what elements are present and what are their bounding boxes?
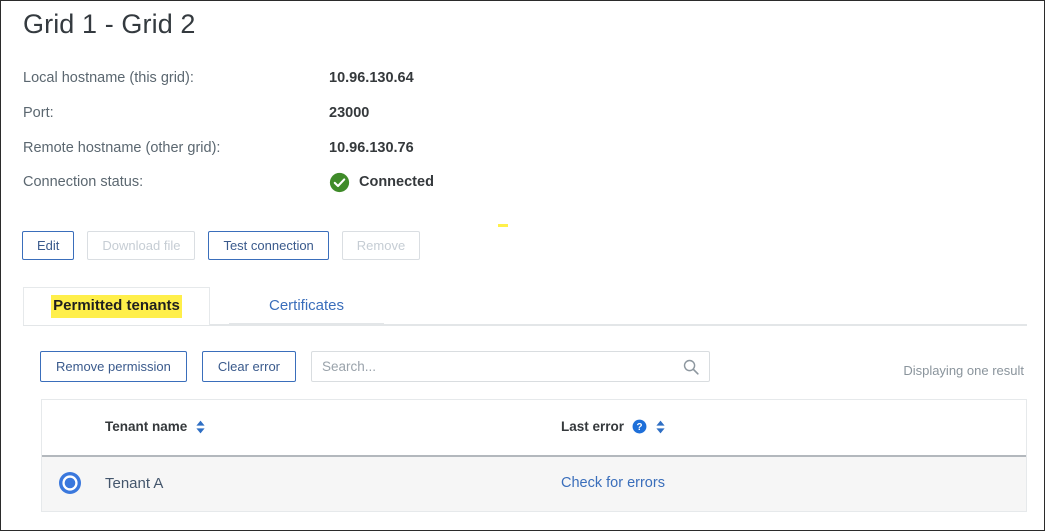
test-connection-button[interactable]: Test connection (208, 231, 329, 260)
table-header-row: Tenant name Last error ? (42, 400, 1026, 457)
remove-permission-button[interactable]: Remove permission (40, 351, 187, 382)
detail-row-port: Port: 23000 (23, 102, 623, 124)
page-title: Grid 1 - Grid 2 (23, 9, 196, 39)
search-box[interactable] (311, 351, 710, 382)
detail-row-connection-status: Connection status: Connected (23, 171, 623, 193)
action-button-bar: Edit Download file Test connection Remov… (22, 231, 421, 260)
svg-text:?: ? (637, 422, 643, 433)
remove-button: Remove (341, 231, 421, 260)
connection-detail-page: Grid 1 - Grid 2 Local hostname (this gri… (0, 0, 1045, 531)
table-row[interactable]: Tenant A Check for errors (42, 457, 1026, 512)
help-icon[interactable]: ? (632, 419, 647, 434)
status-badge: Connected (329, 171, 434, 193)
sort-arrows-icon[interactable] (655, 420, 666, 434)
detail-label: Connection status: (23, 174, 144, 190)
permitted-tenants-table: Tenant name Last error ? Tenant A Check … (41, 399, 1027, 512)
search-input[interactable] (312, 352, 672, 381)
detail-value: 10.96.130.76 (329, 140, 414, 156)
magnifier-icon[interactable] (682, 358, 700, 376)
tab-bar: Permitted tenants Certificates (1, 287, 1044, 326)
row-radio-selected[interactable] (58, 471, 82, 495)
detail-label: Local hostname (this grid): (23, 70, 194, 86)
sort-arrows-icon[interactable] (195, 420, 206, 434)
table-toolbar: Remove permission Clear error (40, 351, 710, 382)
check-circle-icon (329, 172, 350, 192)
detail-value: 10.96.130.64 (329, 70, 414, 86)
detail-label: Port: (23, 105, 54, 121)
status-text: Connected (359, 174, 434, 190)
tab-permitted-tenants[interactable]: Permitted tenants (23, 287, 210, 325)
download-file-button: Download file (87, 231, 196, 260)
column-header-tenant-name[interactable]: Tenant name (105, 419, 206, 434)
detail-label: Remote hostname (other grid): (23, 140, 221, 156)
cell-last-error-link[interactable]: Check for errors (561, 475, 665, 491)
tab-certificates[interactable]: Certificates (229, 287, 384, 325)
clear-error-button[interactable]: Clear error (201, 351, 296, 382)
highlight-artifact (498, 224, 508, 227)
column-header-label: Tenant name (105, 419, 188, 434)
column-header-label: Last error (561, 419, 625, 434)
detail-row-local-hostname: Local hostname (this grid): 10.96.130.64 (23, 67, 623, 89)
edit-button[interactable]: Edit (22, 231, 75, 260)
result-count-label: Displaying one result (903, 363, 1024, 378)
cell-tenant-name: Tenant A (105, 475, 164, 492)
column-header-last-error[interactable]: Last error ? (561, 419, 666, 434)
tab-label: Certificates (268, 296, 345, 314)
detail-row-remote-hostname: Remote hostname (other grid): 10.96.130.… (23, 137, 623, 159)
detail-value: 23000 (329, 105, 370, 121)
tab-label: Permitted tenants (51, 295, 182, 318)
